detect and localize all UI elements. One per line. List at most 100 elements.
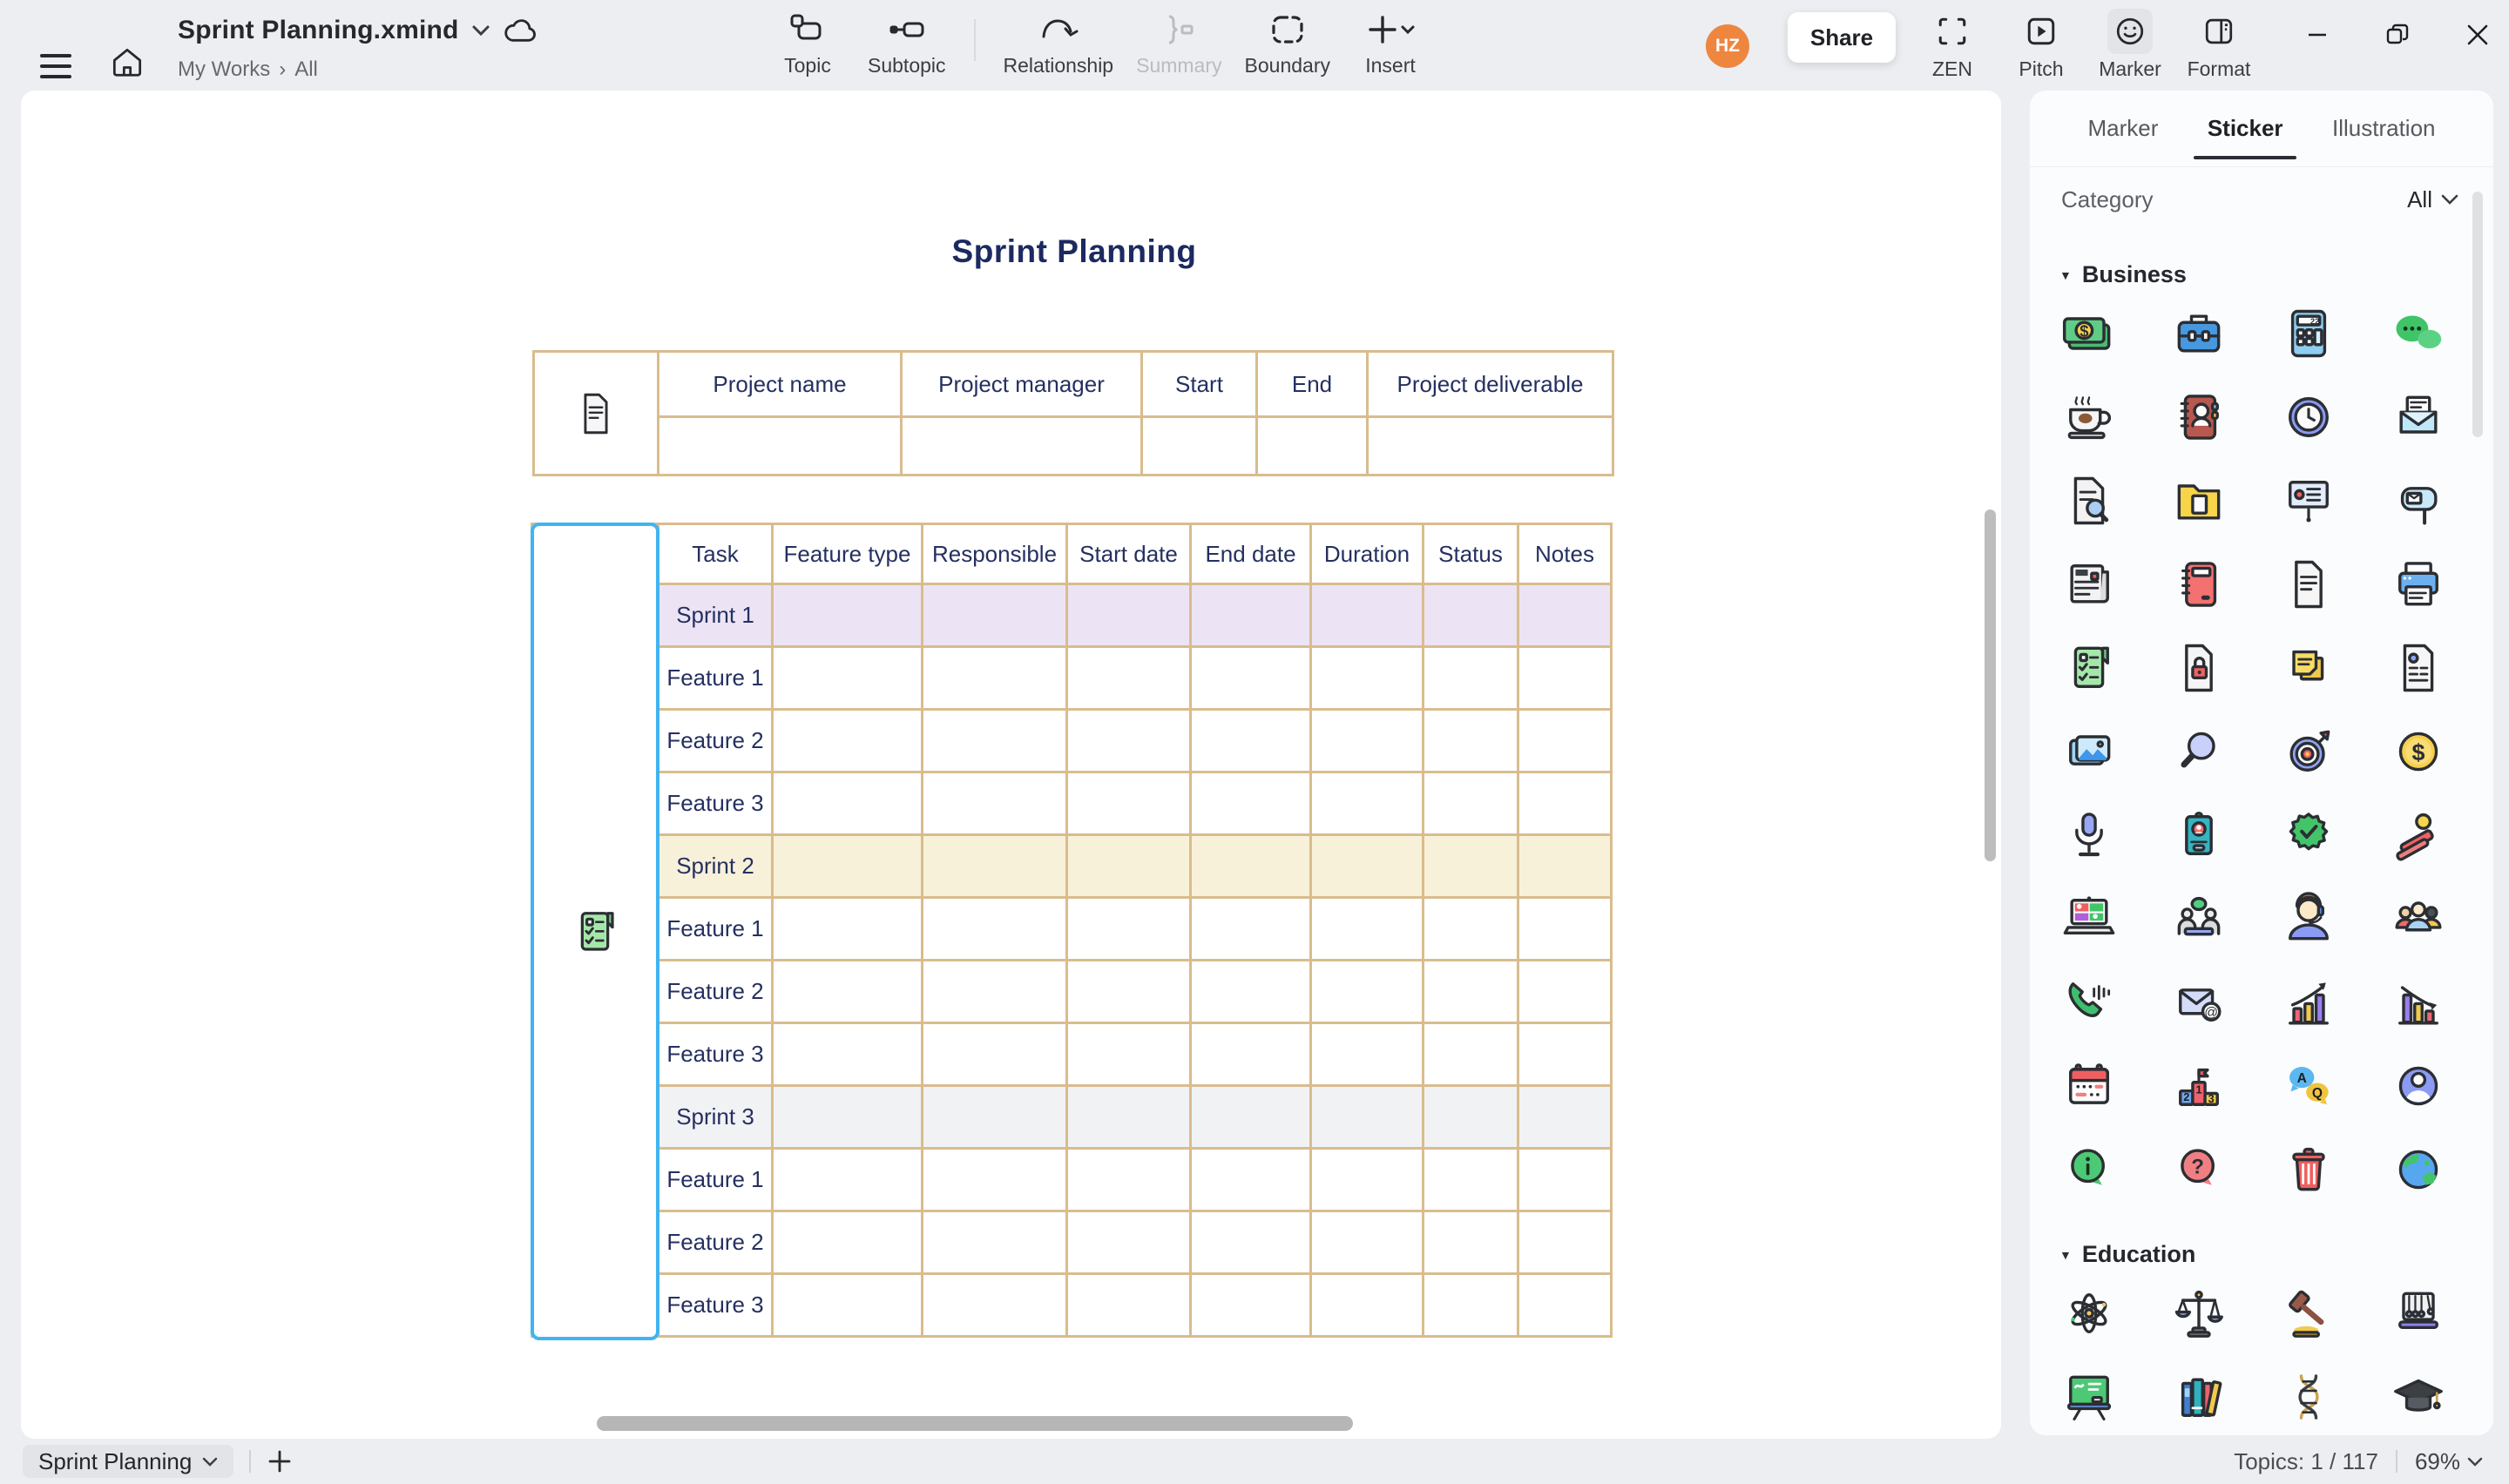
- task-row-cell[interactable]: [1424, 1275, 1517, 1335]
- sticker-verified-badge-icon[interactable]: [2254, 793, 2364, 877]
- breadcrumb-current[interactable]: All: [294, 57, 318, 82]
- task-table-header[interactable]: End date: [1192, 525, 1309, 583]
- sticker-graduation-cap-icon[interactable]: [2364, 1355, 2473, 1435]
- task-row-cell[interactable]: [1068, 1212, 1189, 1272]
- category-dropdown[interactable]: All: [2407, 186, 2458, 213]
- project-table-sticker-cell[interactable]: [535, 353, 657, 474]
- sticker-sticky-notes-icon[interactable]: [2254, 626, 2364, 710]
- task-row-label[interactable]: Feature 2: [659, 961, 771, 1022]
- sticker-images-icon[interactable]: [2034, 710, 2144, 793]
- task-row-cell[interactable]: [1424, 1087, 1517, 1147]
- task-row-cell[interactable]: [1192, 1150, 1309, 1210]
- project-table-empty-cell[interactable]: [659, 418, 900, 474]
- project-table-empty-cell[interactable]: [1258, 418, 1366, 474]
- sticker-team-icon[interactable]: [2364, 877, 2473, 961]
- sticker-coffee-icon[interactable]: [2034, 375, 2144, 459]
- sticker-meeting-icon[interactable]: [2144, 877, 2254, 961]
- task-row-cell[interactable]: [923, 1087, 1065, 1147]
- task-row-cell[interactable]: [1068, 1024, 1189, 1084]
- sticker-id-badge-icon[interactable]: [2144, 793, 2254, 877]
- task-row-cell[interactable]: [774, 711, 921, 771]
- task-row-label[interactable]: Sprint 3: [659, 1087, 771, 1147]
- sticker-document-search-icon[interactable]: [2034, 459, 2144, 543]
- sticker-user-avatar-icon[interactable]: [2364, 1044, 2473, 1128]
- task-row-label[interactable]: Feature 1: [659, 1150, 771, 1210]
- task-table-header[interactable]: Notes: [1519, 525, 1610, 583]
- project-table-empty-cell[interactable]: [903, 418, 1140, 474]
- project-table-empty-cell[interactable]: [1369, 418, 1612, 474]
- tab-illustration[interactable]: Illustration: [2327, 91, 2441, 166]
- task-row-cell[interactable]: [1424, 899, 1517, 959]
- task-row-cell[interactable]: [923, 773, 1065, 833]
- sticker-stamp-icon[interactable]: [2364, 793, 2473, 877]
- task-row-cell[interactable]: [1424, 961, 1517, 1022]
- minimize-button[interactable]: [2300, 17, 2335, 52]
- sticker-printer-icon[interactable]: [2364, 543, 2473, 626]
- task-row-cell[interactable]: [1519, 961, 1610, 1022]
- project-table-header[interactable]: Project deliverable: [1369, 353, 1612, 415]
- task-row-cell[interactable]: [1068, 1150, 1189, 1210]
- task-row-label[interactable]: Feature 2: [659, 711, 771, 771]
- section-header-business[interactable]: ▼Business: [2059, 261, 2493, 288]
- task-row-cell[interactable]: [1424, 1212, 1517, 1272]
- sticker-atom-icon[interactable]: [2034, 1272, 2144, 1355]
- task-row-cell[interactable]: [1068, 585, 1189, 645]
- sticker-target-icon[interactable]: [2254, 710, 2364, 793]
- task-row-cell[interactable]: [774, 1150, 921, 1210]
- task-row-cell[interactable]: [1424, 836, 1517, 896]
- breadcrumb-parent[interactable]: My Works: [178, 57, 270, 82]
- task-row-cell[interactable]: [1424, 711, 1517, 771]
- task-row-cell[interactable]: [1192, 1275, 1309, 1335]
- task-row-cell[interactable]: [1519, 836, 1610, 896]
- task-row-label[interactable]: Feature 1: [659, 899, 771, 959]
- section-header-education[interactable]: ▼Education: [2059, 1241, 2493, 1268]
- sticker-qa-bubbles-icon[interactable]: AQ: [2254, 1044, 2364, 1128]
- task-row-cell[interactable]: [1312, 1212, 1422, 1272]
- insert-button[interactable]: Insert: [1353, 9, 1428, 78]
- project-table-header[interactable]: End: [1258, 353, 1366, 415]
- task-row-cell[interactable]: [1068, 1275, 1189, 1335]
- sticker-resume-icon[interactable]: [2364, 626, 2473, 710]
- mindmap-canvas[interactable]: Sprint Planning Project nameProject mana…: [21, 91, 2001, 1439]
- share-button[interactable]: Share: [1788, 12, 1896, 63]
- task-row-cell[interactable]: [1424, 1024, 1517, 1084]
- sticker-microphone-icon[interactable]: [2034, 793, 2144, 877]
- boundary-button[interactable]: Boundary: [1245, 9, 1330, 78]
- subtopic-button[interactable]: Subtopic: [868, 9, 946, 78]
- sticker-mailbox-icon[interactable]: [2364, 459, 2473, 543]
- sticker-mail-icon[interactable]: [2364, 375, 2473, 459]
- sticker-trash-icon[interactable]: [2254, 1128, 2364, 1211]
- sticker-gavel-icon[interactable]: [2254, 1272, 2364, 1355]
- task-row-label[interactable]: Sprint 1: [659, 585, 771, 645]
- sticker-globe-icon[interactable]: [2364, 1128, 2473, 1211]
- marker-button[interactable]: Marker: [2093, 9, 2167, 81]
- task-row-cell[interactable]: [774, 585, 921, 645]
- sticker-scales-icon[interactable]: [2144, 1272, 2254, 1355]
- sticker-podium-icon[interactable]: 213: [2144, 1044, 2254, 1128]
- task-table-header[interactable]: Task: [659, 525, 771, 583]
- file-menu-chevron-icon[interactable]: [471, 24, 490, 37]
- task-row-cell[interactable]: [1312, 1024, 1422, 1084]
- sticker-video-conference-icon[interactable]: [2034, 877, 2144, 961]
- task-row-cell[interactable]: [1068, 961, 1189, 1022]
- sticker-support-agent-icon[interactable]: [2254, 877, 2364, 961]
- task-row-cell[interactable]: [1312, 585, 1422, 645]
- zen-button[interactable]: ZEN: [1915, 9, 1990, 81]
- sticker-dollar-coin-icon[interactable]: $: [2364, 710, 2473, 793]
- task-row-cell[interactable]: [1192, 1212, 1309, 1272]
- panel-scrollbar[interactable]: [2472, 192, 2483, 437]
- task-row-cell[interactable]: [1192, 899, 1309, 959]
- task-row-cell[interactable]: [1192, 1087, 1309, 1147]
- restore-button[interactable]: [2380, 17, 2415, 52]
- sticker-newspaper-icon[interactable]: [2034, 543, 2144, 626]
- task-row-cell[interactable]: [1312, 1087, 1422, 1147]
- sticker-presentation-icon[interactable]: [2254, 459, 2364, 543]
- sticker-folder-icon[interactable]: [2144, 459, 2254, 543]
- task-row-label[interactable]: Feature 2: [659, 1212, 771, 1272]
- close-button[interactable]: [2460, 17, 2495, 52]
- sticker-checklist-icon[interactable]: [2034, 626, 2144, 710]
- sticker-chat-icon[interactable]: [2364, 292, 2473, 375]
- sticker-address-book-icon[interactable]: [2144, 375, 2254, 459]
- sticker-notebook-icon[interactable]: [2144, 543, 2254, 626]
- avatar[interactable]: HZ: [1706, 24, 1749, 68]
